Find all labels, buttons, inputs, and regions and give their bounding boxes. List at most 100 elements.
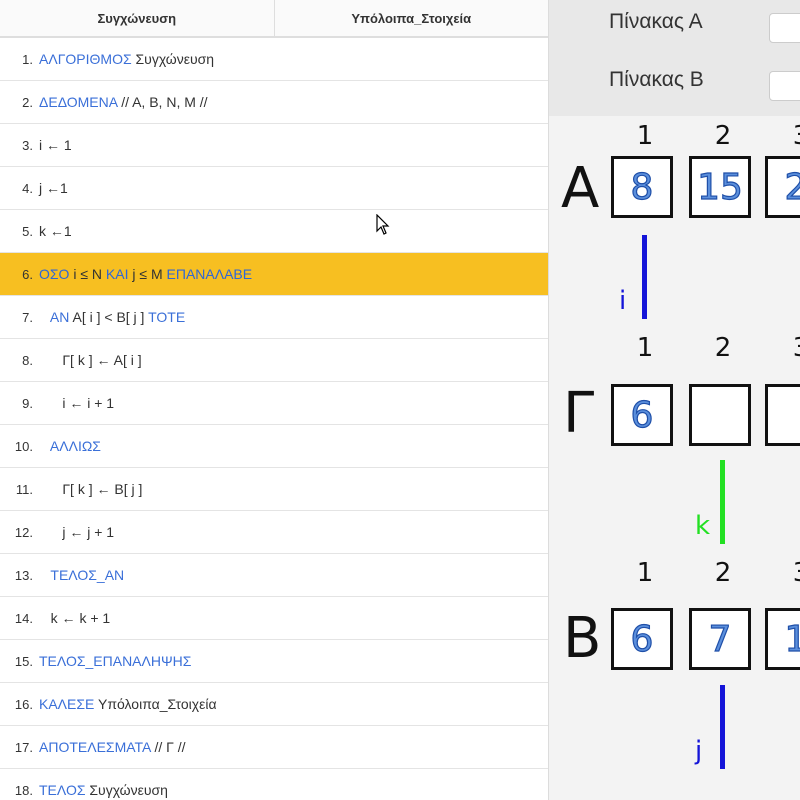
mouse-cursor-icon xyxy=(376,214,390,235)
line-number: 8. xyxy=(22,352,33,368)
array-a-index-2: 2 xyxy=(714,121,732,151)
keyword-token: ΕΠΑΝΑΛΑΒΕ xyxy=(166,266,253,282)
code-line-9[interactable]: 9. i ← i + 1 xyxy=(0,382,548,425)
code-line-8[interactable]: 8. Γ[ k ] ← Α[ i ] xyxy=(0,339,548,382)
tab-remaining-elements[interactable]: Υπόλοιπα_Στοιχεία xyxy=(273,0,549,36)
code-token: Συγχώνευση xyxy=(85,782,168,798)
array-b-index-2: 2 xyxy=(714,558,732,588)
code-line-1[interactable]: 1. ΑΛΓΟΡΙΘΜΟΣ Συγχώνευση xyxy=(0,38,548,81)
code-token: Γ[ k ] ← Α[ i ] xyxy=(62,352,142,368)
procedure-tabs: Συγχώνευση Υπόλοιπα_Στοιχεία xyxy=(0,0,548,38)
array-a-input[interactable] xyxy=(769,13,800,43)
code-line-10[interactable]: 10. ΑΛΛΙΩΣ xyxy=(0,425,548,468)
array-a-name: A xyxy=(561,156,600,221)
code-text: ΑΝ Α[ i ] < Β[ j ] ΤΟΤΕ xyxy=(33,309,185,325)
line-number: 7. xyxy=(22,309,33,325)
code-panel: Συγχώνευση Υπόλοιπα_Στοιχεία 1. ΑΛΓΟΡΙΘΜΟ… xyxy=(0,0,549,800)
code-text: Γ[ k ] ← Α[ i ] xyxy=(33,352,142,368)
line-number: 3. xyxy=(22,137,33,153)
code-line-4[interactable]: 4. j ←1 xyxy=(0,167,548,210)
code-line-18[interactable]: 18. ΤΕΛΟΣ Συγχώνευση xyxy=(0,769,548,800)
line-number: 15. xyxy=(14,653,33,669)
code-line-11[interactable]: 11. Γ[ k ] ← Β[ j ] xyxy=(0,468,548,511)
tab-merge[interactable]: Συγχώνευση xyxy=(0,0,274,36)
pointer-k-label: k xyxy=(695,511,711,541)
array-b-input[interactable] xyxy=(769,71,800,101)
keyword-token: ΚΑΛΕΣΕ xyxy=(39,696,95,712)
code-token: Α[ i ] < Β[ j ] xyxy=(69,309,149,325)
pointer-k-line xyxy=(720,460,725,544)
array-b-index-3: 3 xyxy=(781,558,800,588)
keyword-token: ΤΕΛΟΣ_ΕΠΑΝΑΛΗΨΗΣ xyxy=(39,653,192,669)
code-token: i ≤ Ν xyxy=(69,266,106,282)
line-number: 10. xyxy=(14,438,33,454)
array-b-cell-1: 6 xyxy=(611,608,673,670)
code-line-5[interactable]: 5. k ←1 xyxy=(0,210,548,253)
array-b-cell-3: 1 xyxy=(765,608,800,670)
array-b-index-1: 1 xyxy=(636,558,654,588)
code-line-14[interactable]: 14. k ← k + 1 xyxy=(0,597,548,640)
code-line-2[interactable]: 2. ΔΕΔΟΜΕΝΑ // Α, Β, Ν, Μ // xyxy=(0,81,548,124)
code-token: i ← 1 xyxy=(39,137,72,153)
code-lines: 1. ΑΛΓΟΡΙΘΜΟΣ Συγχώνευση 2. ΔΕΔΟΜΕΝΑ // Α, … xyxy=(0,38,548,800)
code-text: k ←1 xyxy=(33,223,72,239)
code-token: j ← j + 1 xyxy=(62,524,115,540)
line-number: 2. xyxy=(22,94,33,110)
array-b-name: B xyxy=(563,606,602,671)
array-b-label: Πίνακας Β xyxy=(609,68,704,91)
keyword-token: ΑΛΛΙΩΣ xyxy=(49,438,101,454)
code-text: ΚΑΛΕΣΕ Υπόλοιπα_Στοιχεία xyxy=(33,696,217,712)
code-text: ΔΕΔΟΜΕΝΑ // Α, Β, Ν, Μ // xyxy=(33,94,208,110)
code-line-15[interactable]: 15. ΤΕΛΟΣ_ΕΠΑΝΑΛΗΨΗΣ xyxy=(0,640,548,683)
keyword-token: ΑΝ xyxy=(49,309,70,325)
code-line-6[interactable]: 6. ΟΣΟ i ≤ Ν ΚΑΙ j ≤ Μ ΕΠΑΝΑΛΑΒΕ xyxy=(0,253,548,296)
array-g-name: Γ xyxy=(563,381,595,446)
line-number: 4. xyxy=(22,180,33,196)
code-line-16[interactable]: 16. ΚΑΛΕΣΕ Υπόλοιπα_Στοιχεία xyxy=(0,683,548,726)
code-text: j ←1 xyxy=(33,180,68,196)
line-number: 16. xyxy=(14,696,33,712)
code-line-17[interactable]: 17. ΑΠΟΤΕΛΕΣΜΑΤΑ // Γ // xyxy=(0,726,548,769)
array-diagram: A 1 2 3 8 15 2 i Γ 1 2 3 6 k B 1 2 3 6 7… xyxy=(549,116,800,800)
line-number: 1. xyxy=(22,51,33,67)
keyword-token: ΟΣΟ xyxy=(39,266,70,282)
keyword-token: ΤΕΛΟΣ_ΑΝ xyxy=(50,567,125,583)
array-a-index-1: 1 xyxy=(636,121,654,151)
keyword-token: ΚΑΙ xyxy=(105,266,129,282)
code-text: ΑΛΛΙΩΣ xyxy=(33,438,101,454)
keyword-token: ΤΕΛΟΣ xyxy=(39,782,86,798)
code-text: Γ[ k ] ← Β[ j ] xyxy=(33,481,142,497)
code-text: ΤΕΛΟΣ_ΕΠΑΝΑΛΗΨΗΣ xyxy=(33,653,191,669)
code-token: k ← k + 1 xyxy=(50,610,111,626)
code-token: // Α, Β, Ν, Μ // xyxy=(117,94,208,110)
code-token: k ←1 xyxy=(39,223,72,239)
keyword-token: ΑΛΓΟΡΙΘΜΟΣ xyxy=(39,51,132,67)
code-line-13[interactable]: 13. ΤΕΛΟΣ_ΑΝ xyxy=(0,554,548,597)
keyword-token: ΑΠΟΤΕΛΕΣΜΑΤΑ xyxy=(39,739,151,755)
code-line-3[interactable]: 3. i ← 1 xyxy=(0,124,548,167)
keyword-token: ΤΟΤΕ xyxy=(148,309,186,325)
array-inputs: Πίνακας Α Πίνακας Β xyxy=(549,0,800,116)
code-text: ΑΛΓΟΡΙΘΜΟΣ Συγχώνευση xyxy=(33,51,214,67)
code-token: j ≤ Μ xyxy=(128,266,167,282)
array-g-index-3: 3 xyxy=(781,333,800,363)
keyword-token: ΔΕΔΟΜΕΝΑ xyxy=(39,94,118,110)
line-number: 18. xyxy=(14,782,33,798)
code-line-12[interactable]: 12. j ← j + 1 xyxy=(0,511,548,554)
array-g-index-1: 1 xyxy=(636,333,654,363)
pointer-i-line xyxy=(642,235,647,319)
line-number: 14. xyxy=(14,610,33,626)
code-token: Γ[ k ] ← Β[ j ] xyxy=(62,481,143,497)
line-number: 12. xyxy=(14,524,33,540)
line-number: 6. xyxy=(22,266,33,282)
code-line-7[interactable]: 7. ΑΝ Α[ i ] < Β[ j ] ΤΟΤΕ xyxy=(0,296,548,339)
code-token: Υπόλοιπα_Στοιχεία xyxy=(94,696,217,712)
code-text: ΑΠΟΤΕΛΕΣΜΑΤΑ // Γ // xyxy=(33,739,186,755)
